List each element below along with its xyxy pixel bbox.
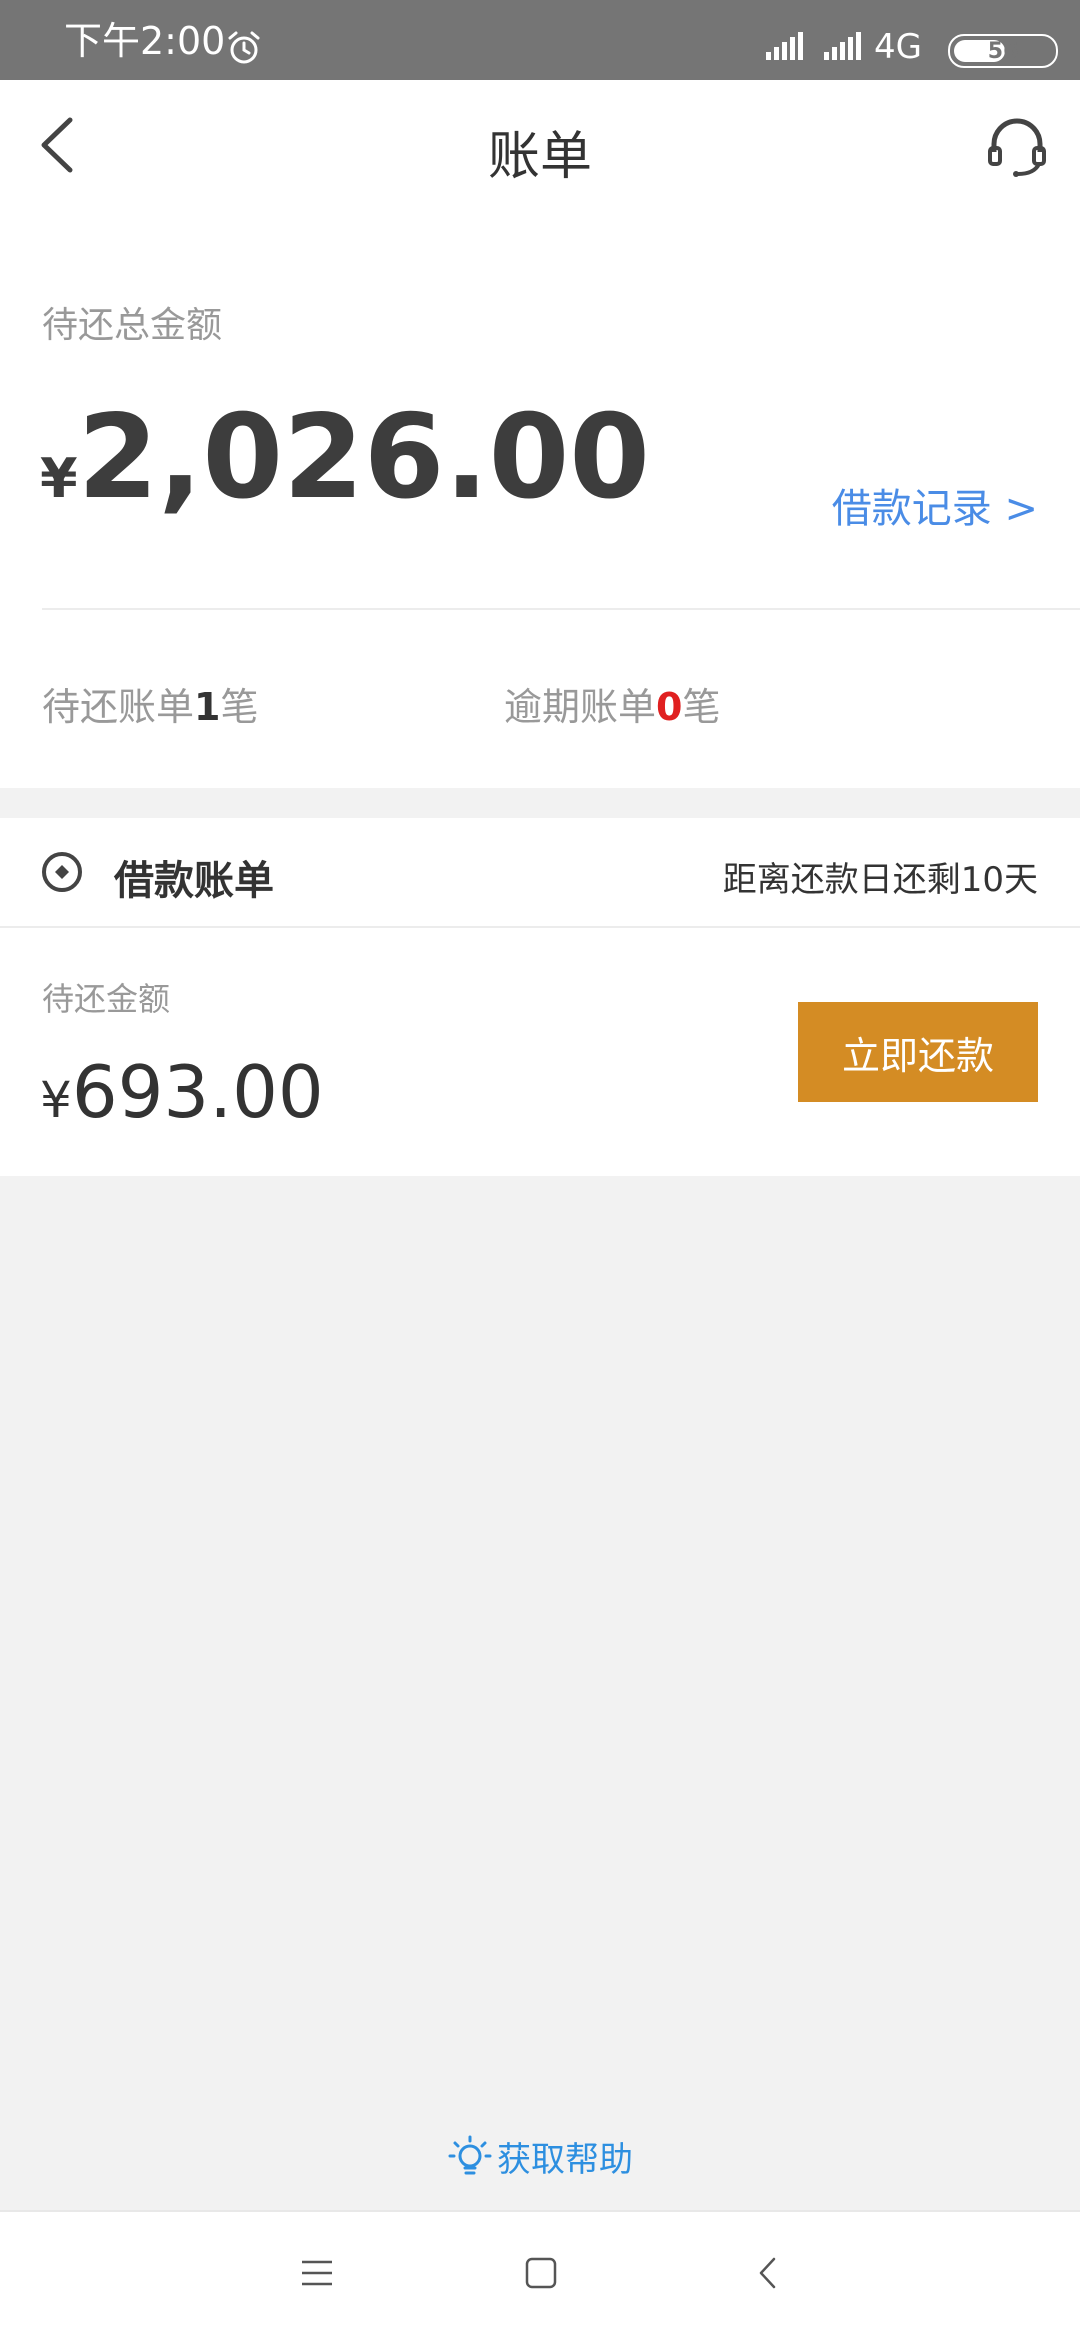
get-help-link[interactable]: 获取帮助 [0, 2132, 1080, 2181]
battery-level: 56 [987, 38, 1019, 64]
signal-icon [766, 32, 803, 60]
bill-page: 下午2:00 4G 56 账单 待还总金额 ¥2,026.00 借款记录 > 待… [0, 0, 1080, 2342]
overdue-bills-count: 逾期账单0笔 [504, 685, 721, 729]
app-header: 账单 [0, 80, 1080, 210]
network-type: 4G [874, 27, 922, 67]
pending-bills-count: 待还账单1笔 [42, 685, 259, 729]
amount-due: ¥693.00 [40, 1050, 324, 1134]
currency-symbol: ¥ [40, 447, 78, 510]
divider [42, 608, 1080, 610]
get-help-label: 获取帮助 [497, 2140, 633, 2180]
menu-icon[interactable] [300, 2256, 334, 2290]
alarm-icon [228, 31, 260, 64]
repay-now-button[interactable]: 立即还款 [798, 1002, 1038, 1102]
amount-due-label: 待还金额 [42, 980, 171, 1018]
lightbulb-icon [448, 2135, 492, 2174]
total-amount-value: 2,026.00 [77, 390, 650, 525]
page-title: 账单 [487, 127, 592, 187]
loan-record-link[interactable]: 借款记录 > [832, 476, 1038, 534]
loan-card-header: 借款账单 距离还款日还剩10天 [0, 818, 1080, 928]
loan-icon [42, 852, 82, 892]
nav-back-icon[interactable] [752, 2256, 786, 2290]
headset-icon[interactable] [984, 112, 1050, 178]
total-due-label: 待还总金额 [42, 305, 223, 346]
due-countdown: 距离还款日还剩10天 [722, 860, 1038, 900]
amount-due-value: 693.00 [71, 1050, 324, 1134]
currency-symbol: ¥ [40, 1071, 72, 1129]
bill-summary: 待还总金额 ¥2,026.00 借款记录 > 待还账单1笔 逾期账单0笔 [0, 210, 1080, 788]
signal-icon [824, 32, 861, 60]
loan-bill-card: 借款账单 距离还款日还剩10天 待还金额 ¥693.00 立即还款 [0, 818, 1080, 1176]
total-due-amount: ¥2,026.00 [40, 400, 650, 516]
battery-icon: 56 [948, 34, 1058, 68]
status-bar: 下午2:00 4G 56 [0, 0, 1080, 80]
status-time: 下午2:00 [64, 19, 226, 63]
loan-card-title: 借款账单 [114, 858, 274, 904]
home-icon[interactable] [524, 2256, 558, 2290]
system-nav-bar [0, 2210, 1080, 2342]
